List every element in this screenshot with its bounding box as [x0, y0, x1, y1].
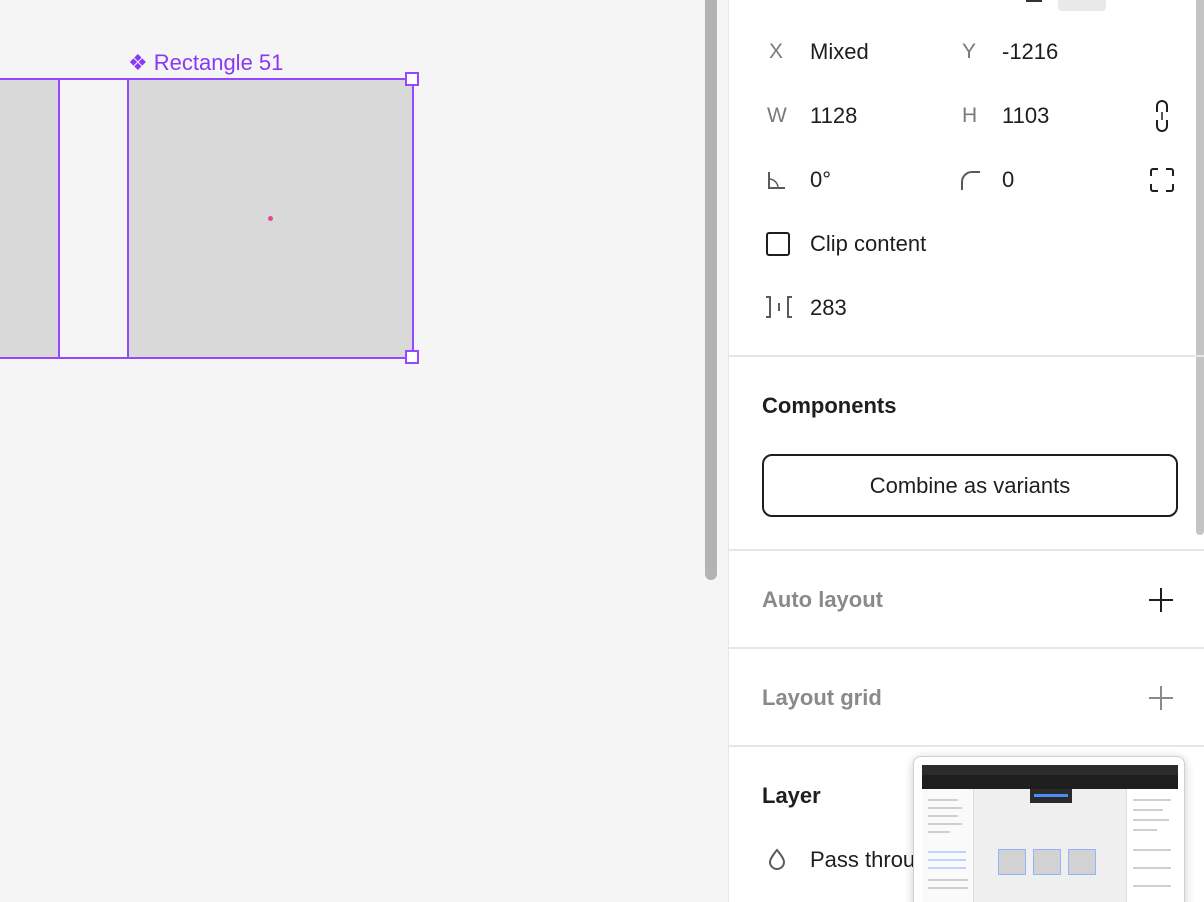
thumb-properties-panel	[1126, 789, 1178, 902]
component-icon: ❖	[128, 50, 148, 75]
thumb-rect-3	[1068, 849, 1096, 875]
section-divider	[729, 647, 1204, 649]
panel-scrollbar[interactable]	[1196, 0, 1204, 535]
add-layout-grid-plus-icon[interactable]	[1148, 685, 1174, 711]
components-title: Components	[762, 393, 897, 418]
selection-right-edge	[412, 78, 414, 359]
rotation-field[interactable]: 0°	[810, 167, 831, 193]
toolbar-stub	[1026, 0, 1042, 2]
constrain-proportions-icon[interactable]	[1152, 100, 1172, 132]
thumb-context-menu	[1030, 789, 1072, 803]
blend-drop-icon	[768, 848, 786, 870]
h-label: H	[962, 104, 978, 127]
y-field[interactable]: -1216	[1002, 39, 1058, 65]
spacing-icon	[766, 296, 792, 318]
rotation-icon	[768, 172, 785, 189]
auto-layout-title: Auto layout	[762, 587, 883, 612]
clip-content-label: Clip content	[810, 231, 927, 256]
resize-handle-top-right[interactable]	[405, 72, 419, 86]
thumb-rect-2	[1033, 849, 1061, 875]
section-divider	[729, 549, 1204, 551]
section-divider	[729, 745, 1204, 747]
rectangle-left[interactable]	[0, 79, 59, 358]
child-divider-1	[58, 78, 60, 359]
w-field[interactable]: 1128	[810, 103, 857, 129]
screenshot-thumbnail[interactable]	[913, 756, 1185, 902]
thumb-layers-panel	[922, 789, 974, 902]
selection-bottom-edge	[0, 357, 413, 359]
add-auto-layout-plus-icon[interactable]	[1148, 587, 1174, 613]
clip-content-checkbox[interactable]	[766, 232, 790, 256]
corner-radius-icon	[961, 171, 980, 190]
layout-grid-title: Layout grid	[762, 685, 882, 710]
frame-label-text: Rectangle 51	[153, 50, 284, 75]
design-canvas[interactable]: ❖ Rectangle 51	[0, 0, 728, 902]
layer-title: Layer	[762, 783, 821, 808]
frame-label[interactable]: ❖ Rectangle 51	[128, 50, 283, 76]
thumb-menubar	[922, 765, 1178, 775]
thumb-toolbar	[922, 775, 1178, 789]
child-divider-2	[127, 78, 129, 359]
x-label: X	[769, 40, 784, 63]
canvas-scrollbar[interactable]	[705, 0, 717, 580]
independent-corners-icon[interactable]	[1149, 167, 1175, 193]
gap-area	[60, 79, 128, 358]
thumb-canvas	[974, 789, 1126, 902]
w-label: W	[767, 104, 787, 127]
center-point	[268, 216, 273, 221]
thumb-rect-1	[998, 849, 1026, 875]
blend-mode-select[interactable]: Pass throu	[810, 847, 915, 873]
spacing-field[interactable]: 283	[810, 295, 847, 321]
selection-top-edge	[0, 78, 413, 80]
h-field[interactable]: 1103	[1002, 103, 1049, 129]
resize-handle-bottom-right[interactable]	[405, 350, 419, 364]
toolbar-stub-button[interactable]	[1058, 0, 1106, 11]
combine-as-variants-button[interactable]: Combine as variants	[762, 454, 1178, 517]
x-field[interactable]: Mixed	[810, 39, 869, 65]
radius-field[interactable]: 0	[1002, 167, 1014, 193]
section-divider	[729, 355, 1204, 357]
y-label: Y	[962, 40, 977, 63]
